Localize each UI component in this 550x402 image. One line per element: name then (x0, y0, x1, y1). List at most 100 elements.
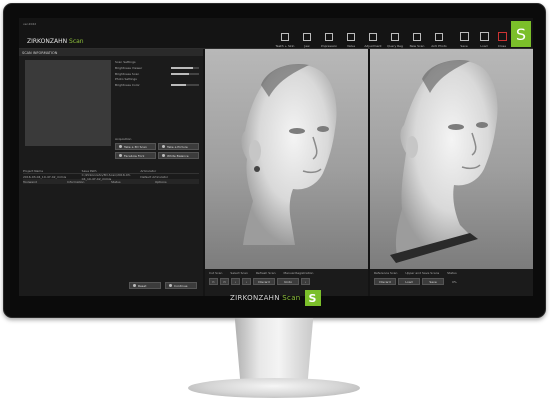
table-cell: Default Articulator (140, 174, 169, 179)
take-picture-button[interactable]: Take a Picture (158, 143, 199, 150)
table-subheader: Toolwand Information Status Options (23, 179, 199, 184)
chin-brand: ZIRKONZAHN Scan (230, 294, 301, 302)
scan-settings: Scan Settings Brightness Viewer Brightne… (115, 60, 199, 88)
brightness-color-label: Brightness Color (115, 83, 140, 87)
refresh-scan-label: Refresh Scan (255, 271, 276, 275)
sliders-icon (369, 33, 377, 41)
acquisition-heading: Acquisition (115, 137, 132, 141)
toolbar-anti-photo[interactable]: Anti Photo (428, 22, 450, 48)
window-title: ver.2022 (23, 22, 37, 26)
brand-accent: Scan (69, 38, 84, 45)
undo-button[interactable]: Undo (277, 278, 299, 285)
grid-icon (391, 33, 399, 41)
column-header: Toolwand (23, 179, 37, 184)
scan-viewport-left[interactable] (205, 49, 368, 269)
discard-button[interactable]: Discard (253, 278, 275, 285)
select-prev-button[interactable]: ‹ (231, 278, 240, 285)
toolbar-valve[interactable]: Valve (340, 22, 362, 48)
chin-brand-name: ZIRKONZAHN (230, 294, 280, 302)
button-label: Undo (284, 279, 292, 284)
cut-tool-button[interactable]: ✂ (209, 278, 218, 285)
scan-tools-bar-right: Reference Scan Upper and Save Scans Stat… (370, 269, 533, 296)
scan-viewport-right[interactable] (370, 49, 533, 269)
column-header: Articulator (140, 169, 157, 173)
panel-title: SCAN INFORMATION (19, 49, 203, 56)
cut-scan-label: Cut Scan (209, 271, 223, 275)
save-scan-button[interactable]: Save (422, 278, 444, 285)
button-label: Save (429, 279, 437, 284)
column-header: Project Name (23, 169, 44, 173)
toolbar-query-reg[interactable]: Query Reg (384, 22, 406, 48)
button-label: White Balance (167, 153, 189, 158)
impression-icon (325, 33, 333, 41)
panel-actions: Reset Continue (129, 282, 197, 289)
brightness-scan-label: Brightness Scan (115, 72, 140, 76)
monitor: ver.2022 ZIRKONZAHN Scan Teeth + Skin Ja… (3, 3, 546, 318)
monitor-stand-base (188, 378, 360, 398)
continue-button[interactable]: Continue (165, 282, 197, 289)
load-icon (479, 32, 489, 41)
white-balance-button[interactable]: White Balance (158, 152, 199, 159)
reference-scan-label: Reference Scan (374, 271, 398, 275)
toolbar-impression[interactable]: Impression (318, 22, 340, 48)
toolbar-jaw[interactable]: Jaw (296, 22, 318, 48)
slider-fill (171, 67, 194, 69)
monitor-chin: ZIRKONZAHN Scan S (4, 290, 547, 319)
button-label: Reset (138, 283, 147, 288)
close-icon (497, 32, 507, 41)
exclamation-icon (347, 33, 355, 41)
brightness-scan-slider[interactable] (171, 73, 199, 75)
jaw-icon (303, 33, 311, 41)
photo-icon (162, 145, 165, 148)
save-icon (459, 32, 469, 41)
toolbar: Teeth + Skin Jaw Impression Valve Adjust… (274, 22, 450, 48)
button-label: Facebow Fork (124, 153, 145, 158)
button-label: Continue (174, 283, 188, 288)
app-logo: S (511, 21, 531, 47)
brightness-color-slider[interactable] (171, 84, 199, 86)
acquisition-section: Acquisition Take a 3D Scan Take a Pictur… (115, 137, 199, 159)
reset-button[interactable]: Reset (129, 282, 161, 289)
load-scan-button[interactable]: Load (398, 278, 420, 285)
scan-info-panel: SCAN INFORMATION Scan Settings Brightnes… (19, 49, 203, 296)
toolbar-new-scan[interactable]: New Scan (406, 22, 428, 48)
scissors-icon: ✂ (212, 279, 215, 284)
facebow-fork-button[interactable]: Facebow Fork (115, 152, 156, 159)
chevron-right-icon: › (304, 279, 307, 284)
face-scan-model-aligned (390, 59, 498, 263)
screen: ver.2022 ZIRKONZAHN Scan Teeth + Skin Ja… (19, 18, 533, 296)
toolbar-teeth-skin[interactable]: Teeth + Skin (274, 22, 296, 48)
reference-discard-button[interactable]: Discard (374, 278, 396, 285)
button-label: Take a 3D Scan (124, 144, 147, 149)
brand-name: ZIRKONZAHN (27, 38, 68, 45)
column-header: Information (67, 179, 85, 184)
select-next-button[interactable]: › (242, 278, 251, 285)
slider-fill (171, 73, 190, 75)
button-label: Discard (258, 279, 270, 284)
chevron-left-icon: ‹ (234, 279, 237, 284)
face-scan-model (241, 63, 337, 245)
scan-icon (413, 33, 421, 41)
continue-icon (169, 284, 172, 287)
column-header: Status (111, 179, 121, 184)
brightness-viewer-slider[interactable] (171, 67, 199, 69)
registration-next-button[interactable]: › (301, 278, 310, 285)
chevron-right-icon: › (245, 279, 248, 284)
cut-mode-button[interactable]: ▭ (220, 278, 229, 285)
brightness-viewer-label: Brightness Viewer (115, 66, 143, 70)
status-value: 0% (452, 279, 457, 284)
tooth-icon (281, 33, 289, 41)
toolbar-adjustment[interactable]: Adjustment (362, 22, 384, 48)
monitor-stand-neck (234, 318, 314, 386)
square-icon: ▭ (223, 279, 226, 284)
button-label: Take a Picture (167, 144, 188, 149)
button-label: Load (405, 279, 413, 284)
camera-preview (25, 60, 111, 146)
table-cell: 2016-03-04_10-47-42_mimis (23, 174, 67, 179)
brightness-color-row: Brightness Color (115, 82, 199, 88)
table-row[interactable]: 2016-03-04_10-47-42_mimis C:/Zirkonzahn/… (23, 173, 199, 181)
take-3d-scan-button[interactable]: Take a 3D Scan (115, 143, 156, 150)
chin-brand-accent: Scan (282, 294, 301, 302)
chin-logo-badge: S (304, 290, 321, 306)
slider-fill (171, 84, 187, 86)
